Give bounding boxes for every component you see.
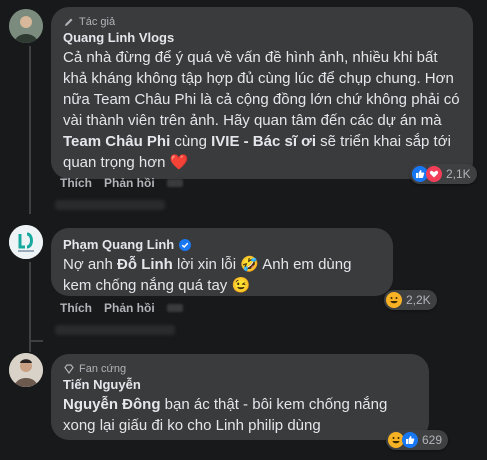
- comment-bubble: Phạm Quang Linh Nợ anh Đỗ Linh lời xin l…: [51, 228, 393, 296]
- reply-button[interactable]: Phản hồi: [104, 301, 155, 315]
- comment-author[interactable]: Tiến Nguyễn: [63, 376, 417, 394]
- mention-link[interactable]: Team Châu Phi: [63, 133, 170, 150]
- comment-author[interactable]: Phạm Quang Linh: [63, 236, 381, 254]
- haha-icon: [386, 292, 402, 308]
- avatar-photo-icon: [9, 9, 43, 43]
- mention-link[interactable]: Đỗ Linh: [117, 256, 173, 273]
- ivie-logo-icon: [9, 225, 43, 259]
- hidden-reply-row: [55, 325, 175, 335]
- mention-link[interactable]: Nguyễn Đông: [63, 396, 161, 413]
- reaction-count: 629: [422, 433, 443, 447]
- like-button[interactable]: Thích: [60, 301, 92, 315]
- pencil-icon: [65, 18, 73, 26]
- thread-line: [29, 340, 43, 342]
- text-segment: Nợ anh: [63, 256, 118, 273]
- avatar-photo-icon: [9, 353, 43, 387]
- comment-actions: Thích Phản hồi: [60, 301, 183, 315]
- comment-text: Nguyễn Đông bạn ác thật - bôi kem chống …: [63, 394, 417, 436]
- avatar[interactable]: [9, 225, 43, 259]
- thread-line: [29, 46, 31, 214]
- verified-badge-icon: [179, 239, 192, 251]
- avatar[interactable]: [9, 9, 43, 43]
- author-name[interactable]: Quang Linh Vlogs: [63, 29, 174, 47]
- badge-label: Fan cứng: [79, 363, 127, 375]
- thread-line: [29, 262, 31, 352]
- timestamp-blurred[interactable]: [166, 304, 183, 312]
- avatar[interactable]: [9, 353, 43, 387]
- like-button[interactable]: Thích: [60, 176, 92, 190]
- timestamp-blurred[interactable]: [166, 179, 183, 187]
- hidden-reply-row: [55, 200, 165, 210]
- text-segment: cùng: [170, 133, 212, 150]
- love-icon: [426, 166, 442, 182]
- comment-bubble: Tác giả Quang Linh Vlogs Cả nhà đừng để …: [51, 7, 473, 179]
- mention-link[interactable]: IVIE - Bác sĩ ơi: [211, 133, 316, 150]
- reaction-summary[interactable]: 2,2K: [384, 290, 437, 310]
- fan-badge: Fan cứng: [63, 362, 417, 376]
- reaction-summary[interactable]: 2,1K: [410, 164, 477, 184]
- reaction-count: 2,2K: [406, 293, 431, 307]
- author-name[interactable]: Phạm Quang Linh: [63, 236, 174, 254]
- comment-actions: Thích Phản hồi: [60, 176, 183, 190]
- text-segment: Cả nhà đừng để ý quá về vấn đề hình ảnh,…: [63, 49, 460, 129]
- like-icon: [402, 432, 418, 448]
- comment-text: Cả nhà đừng để ý quá về vấn đề hình ảnh,…: [63, 47, 461, 173]
- comment-bubble: Fan cứng Tiến Nguyễn Nguyễn Đông bạn ác …: [51, 354, 429, 440]
- author-name[interactable]: Tiến Nguyễn: [63, 376, 141, 394]
- author-badge: Tác giả: [63, 15, 461, 29]
- reaction-summary[interactable]: 629: [386, 430, 449, 450]
- comment-author[interactable]: Quang Linh Vlogs: [63, 29, 461, 47]
- diamond-icon: [64, 364, 74, 375]
- comment-text: Nợ anh Đỗ Linh lời xin lỗi 🤣 Anh em dùng…: [63, 254, 381, 296]
- badge-label: Tác giả: [79, 16, 116, 28]
- reaction-count: 2,1K: [446, 167, 471, 181]
- reply-button[interactable]: Phản hồi: [104, 176, 155, 190]
